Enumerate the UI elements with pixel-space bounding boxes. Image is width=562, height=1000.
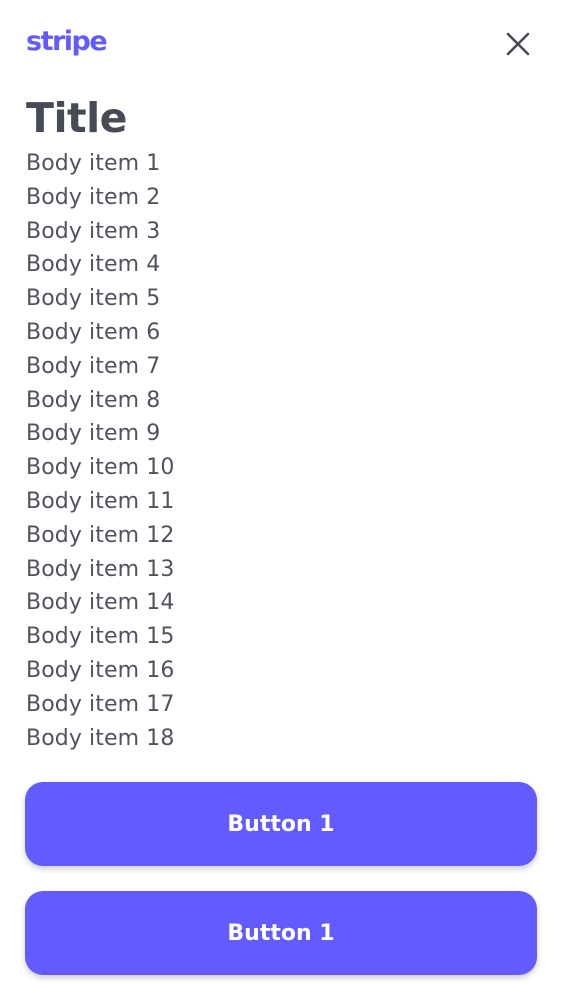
stripe-logo: stripe (26, 26, 108, 57)
body-item: Body item 7 (26, 353, 161, 379)
body-item: Body item 3 (26, 218, 161, 244)
header: stripe (26, 24, 536, 64)
close-button[interactable] (504, 30, 532, 58)
body-item: Body item 8 (26, 387, 161, 413)
body-item: Body item 1 (26, 151, 161, 176)
body-item: Body item 13 (26, 556, 175, 582)
page-title: Title (26, 94, 127, 142)
close-icon (504, 30, 532, 58)
body-item: Body item 9 (26, 421, 161, 447)
body-list: Body item 1 Body item 2 Body item 3 Body… (26, 147, 174, 755)
body-item: Body item 6 (26, 319, 161, 345)
body-item: Body item 17 (26, 691, 175, 717)
primary-button-2[interactable]: Button 1 (25, 891, 537, 975)
body-item: Body item 10 (26, 455, 175, 481)
body-item: Body item 16 (26, 657, 175, 683)
body-item: Body item 4 (26, 252, 161, 278)
body-item: Body item 12 (26, 522, 175, 548)
body-item: Body item 15 (26, 624, 175, 650)
body-item: Body item 14 (26, 590, 175, 616)
body-item: Body item 18 (26, 725, 175, 751)
primary-button-1[interactable]: Button 1 (25, 782, 537, 866)
body-item: Body item 11 (26, 488, 175, 514)
body-item: Body item 2 (26, 184, 161, 210)
body-item: Body item 5 (26, 286, 161, 312)
